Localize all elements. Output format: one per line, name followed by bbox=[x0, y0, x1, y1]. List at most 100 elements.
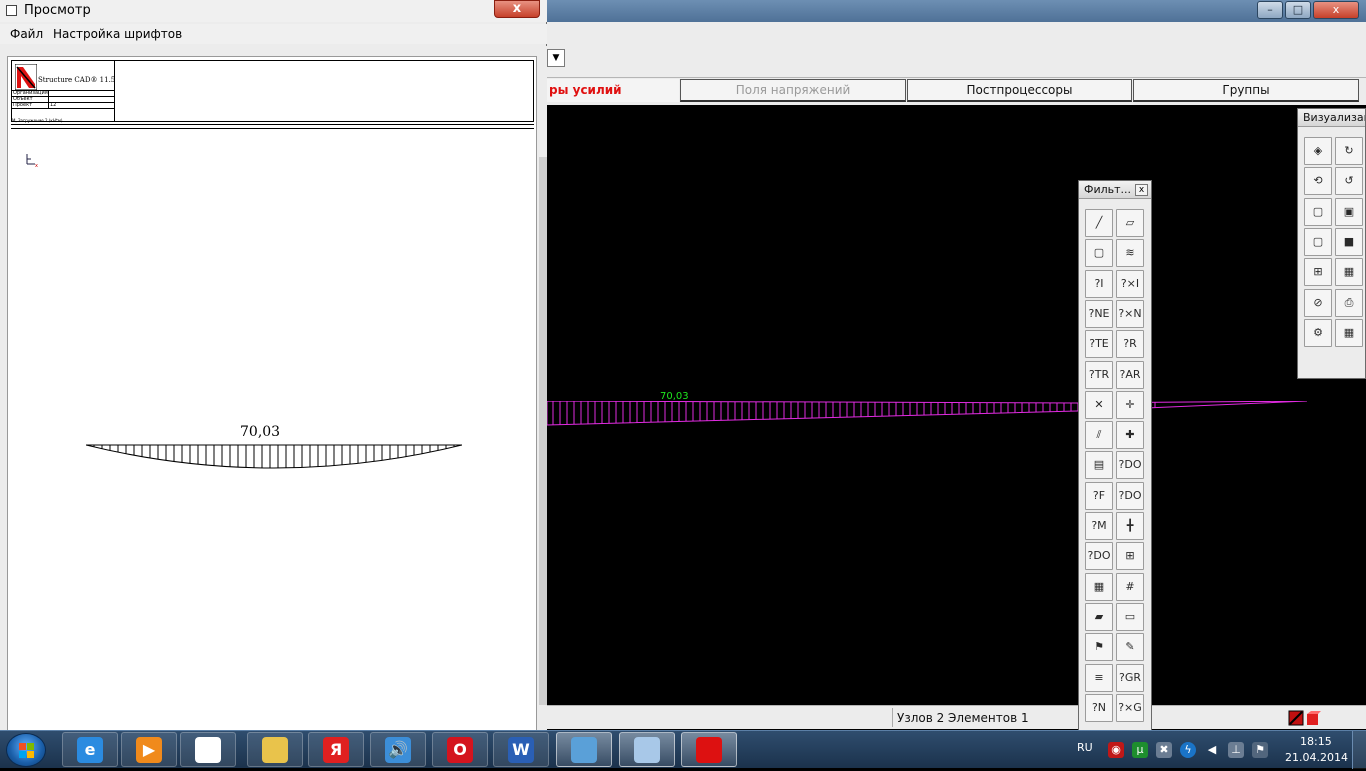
viz-fragment-icon[interactable]: ⊞ bbox=[1304, 258, 1332, 287]
filter-eraser2-icon[interactable]: ▰ bbox=[1085, 602, 1113, 631]
viz-frame-3d-icon[interactable]: ▦ bbox=[1335, 258, 1363, 287]
viz-rotate-z-icon[interactable]: ⟲ bbox=[1304, 167, 1332, 196]
filter-hash-grid-icon[interactable]: # bbox=[1116, 572, 1144, 601]
filter-cross-arrow-icon[interactable]: ✚ bbox=[1116, 421, 1144, 450]
preview-close-button[interactable]: x bbox=[494, 0, 540, 18]
power-tray-icon[interactable]: ϟ bbox=[1180, 742, 1196, 758]
tab-postprocessors[interactable]: Постпроцессоры bbox=[907, 79, 1132, 102]
clock-time[interactable]: 18:15 bbox=[1300, 735, 1332, 748]
viz-cube-blue-icon[interactable]: ▢ bbox=[1304, 227, 1332, 256]
yandex-icon: Я bbox=[323, 736, 349, 763]
filter-q-triangle-icon[interactable]: ?TR bbox=[1085, 360, 1113, 389]
main-toolbar bbox=[547, 22, 1366, 78]
filter-table-grid-icon[interactable]: ▦ bbox=[1085, 572, 1113, 601]
taskbar-media-player-button[interactable]: ▶ bbox=[121, 732, 177, 767]
remote-desktop-icon bbox=[571, 736, 597, 763]
minimize-button[interactable]: – bbox=[1257, 1, 1283, 19]
filter-grid-arrow-icon[interactable]: ⊞ bbox=[1116, 542, 1144, 571]
filter-panel-close-button[interactable]: x bbox=[1135, 184, 1148, 196]
filter-cross-bars-icon[interactable]: ╋ bbox=[1116, 512, 1144, 540]
viz-rotate-y-icon[interactable]: ↺ bbox=[1335, 167, 1363, 196]
sound-icon: 🔊 bbox=[385, 736, 411, 763]
volume-tray-icon[interactable]: ◀ bbox=[1204, 742, 1220, 758]
maximize-button[interactable]: □ bbox=[1285, 1, 1311, 19]
network-tray-icon[interactable]: ✖ bbox=[1156, 742, 1172, 758]
taskbar-scad-preview-button[interactable] bbox=[619, 732, 675, 767]
word-icon: W bbox=[508, 736, 534, 763]
filter-q-i-icon[interactable]: ?I bbox=[1085, 269, 1113, 298]
filter-q-r-icon[interactable]: ?R bbox=[1116, 330, 1144, 359]
filter-q-f-icon[interactable]: ?F bbox=[1085, 481, 1113, 510]
viz-box-front-icon[interactable]: ▢ bbox=[1304, 197, 1332, 226]
menu-file[interactable]: Файл bbox=[10, 27, 43, 41]
filter-q-dotgrid-icon[interactable]: ?DO bbox=[1085, 542, 1113, 571]
preview-vertical-scrollbar[interactable] bbox=[539, 157, 547, 705]
filter-brush-icon[interactable]: ✎ bbox=[1116, 633, 1144, 662]
language-indicator[interactable]: RU bbox=[1077, 741, 1093, 754]
taskbar-remote-desktop-button[interactable] bbox=[556, 732, 612, 767]
filter-q-n-icon[interactable]: ?N bbox=[1085, 693, 1113, 722]
usb-tray-icon[interactable]: ⊥ bbox=[1228, 742, 1244, 758]
filter-q-arrows-icon[interactable]: ?AR bbox=[1116, 360, 1144, 389]
taskbar-blank-document-button[interactable] bbox=[180, 732, 236, 767]
scad-status-icon bbox=[1288, 710, 1321, 726]
opera-icon: O bbox=[447, 736, 473, 763]
filter-q-ne-icon[interactable]: ?NE bbox=[1085, 299, 1113, 328]
canvas-moment-diagram bbox=[547, 401, 1307, 426]
start-button[interactable] bbox=[6, 733, 46, 767]
filter-plate-icon[interactable]: ▭ bbox=[1116, 602, 1144, 631]
viz-box-side-icon[interactable]: ▣ bbox=[1335, 197, 1363, 226]
tab-stress-fields[interactable]: Поля напряжений bbox=[680, 79, 906, 102]
filter-q-x-i-icon[interactable]: ?×I bbox=[1116, 269, 1144, 298]
viz-view-3d-icon[interactable]: ◈ bbox=[1304, 137, 1332, 165]
filter-q-dots-icon[interactable]: ?DO bbox=[1116, 481, 1144, 510]
show-desktop-button[interactable] bbox=[1352, 731, 1366, 769]
taskbar-file-explorer-button[interactable] bbox=[247, 732, 303, 767]
torrent-tray-icon[interactable]: µ bbox=[1132, 742, 1148, 758]
filter-cross-arrows-icon[interactable]: ✛ bbox=[1116, 390, 1144, 419]
filter-eraser-icon[interactable]: ▱ bbox=[1116, 209, 1144, 237]
filter-load-grid-icon[interactable]: ▤ bbox=[1085, 451, 1113, 480]
visualization-panel-title[interactable]: Визуализация bbox=[1298, 109, 1365, 127]
flag-tray-icon[interactable]: ⚑ bbox=[1252, 742, 1268, 758]
filter-q-te-icon[interactable]: ?TE bbox=[1085, 330, 1113, 359]
viz-zoom-off-icon[interactable]: ⊘ bbox=[1304, 288, 1332, 317]
menu-font-settings[interactable]: Настройка шрифтов bbox=[53, 27, 182, 41]
filter-q-x-nj-icon[interactable]: ?×N bbox=[1116, 299, 1144, 328]
filter-stack-icon[interactable]: ≡ bbox=[1085, 663, 1113, 692]
taskbar-opera-button[interactable]: O bbox=[432, 732, 488, 767]
filter-q-m-icon[interactable]: ?M bbox=[1085, 512, 1113, 540]
taskbar-word-button[interactable]: W bbox=[493, 732, 549, 767]
clock-date[interactable]: 21.04.2014 bbox=[1285, 751, 1348, 764]
viz-cube-cyan-icon[interactable]: ■ bbox=[1335, 227, 1363, 256]
taskbar-yandex-button[interactable]: Я bbox=[308, 732, 364, 767]
viz-gear-square-icon[interactable]: ⚙ bbox=[1304, 318, 1332, 347]
filter-spring-icon[interactable]: ≋ bbox=[1116, 239, 1144, 268]
antivirus-tray-icon[interactable]: ◉ bbox=[1108, 742, 1124, 758]
taskbar-sound-button[interactable]: 🔊 bbox=[370, 732, 426, 767]
viz-printer-icon[interactable]: ⎙ bbox=[1335, 288, 1363, 317]
taskbar-internet-explorer-button[interactable]: e bbox=[62, 732, 118, 767]
filter-green-flag-icon[interactable]: ⚑ bbox=[1085, 633, 1113, 662]
main-close-button[interactable]: x bbox=[1313, 1, 1359, 19]
filter-q-down-icon[interactable]: ?DO bbox=[1116, 451, 1144, 480]
tab-groups[interactable]: Группы bbox=[1133, 79, 1359, 102]
filter-cube-icon[interactable]: ▢ bbox=[1085, 239, 1113, 268]
preview-window: Просмотр x Файл Настройка шрифтов Struct… bbox=[0, 0, 547, 732]
status-bar: Узлов 2 Элементов 1 bbox=[547, 705, 1366, 729]
taskbar-scad-button[interactable] bbox=[681, 732, 737, 767]
filter-hatch-icon[interactable]: ⫽ bbox=[1085, 421, 1113, 450]
combo-dropdown-arrow-icon[interactable]: ▼ bbox=[547, 49, 565, 67]
filter-q-x-g-icon[interactable]: ?×G bbox=[1116, 693, 1144, 722]
title-block-divider bbox=[114, 61, 115, 121]
viz-rotate-x-icon[interactable]: ↻ bbox=[1335, 137, 1363, 165]
brand-label: Structure CAD® 11.5 bbox=[38, 76, 116, 84]
model-canvas[interactable]: 70,03 bbox=[547, 105, 1366, 705]
status-text: Узлов 2 Элементов 1 bbox=[897, 711, 1029, 725]
filter-cross-node-icon[interactable]: ✕ bbox=[1085, 390, 1113, 419]
viz-red-grid-icon[interactable]: ▦ bbox=[1335, 318, 1363, 347]
sheet-rule bbox=[11, 124, 534, 125]
filter-q-grid-icon[interactable]: ?GR bbox=[1116, 663, 1144, 692]
tab-force-diagrams[interactable]: ры усилий bbox=[547, 79, 679, 102]
filter-pencil-icon[interactable]: ╱ bbox=[1085, 209, 1113, 237]
